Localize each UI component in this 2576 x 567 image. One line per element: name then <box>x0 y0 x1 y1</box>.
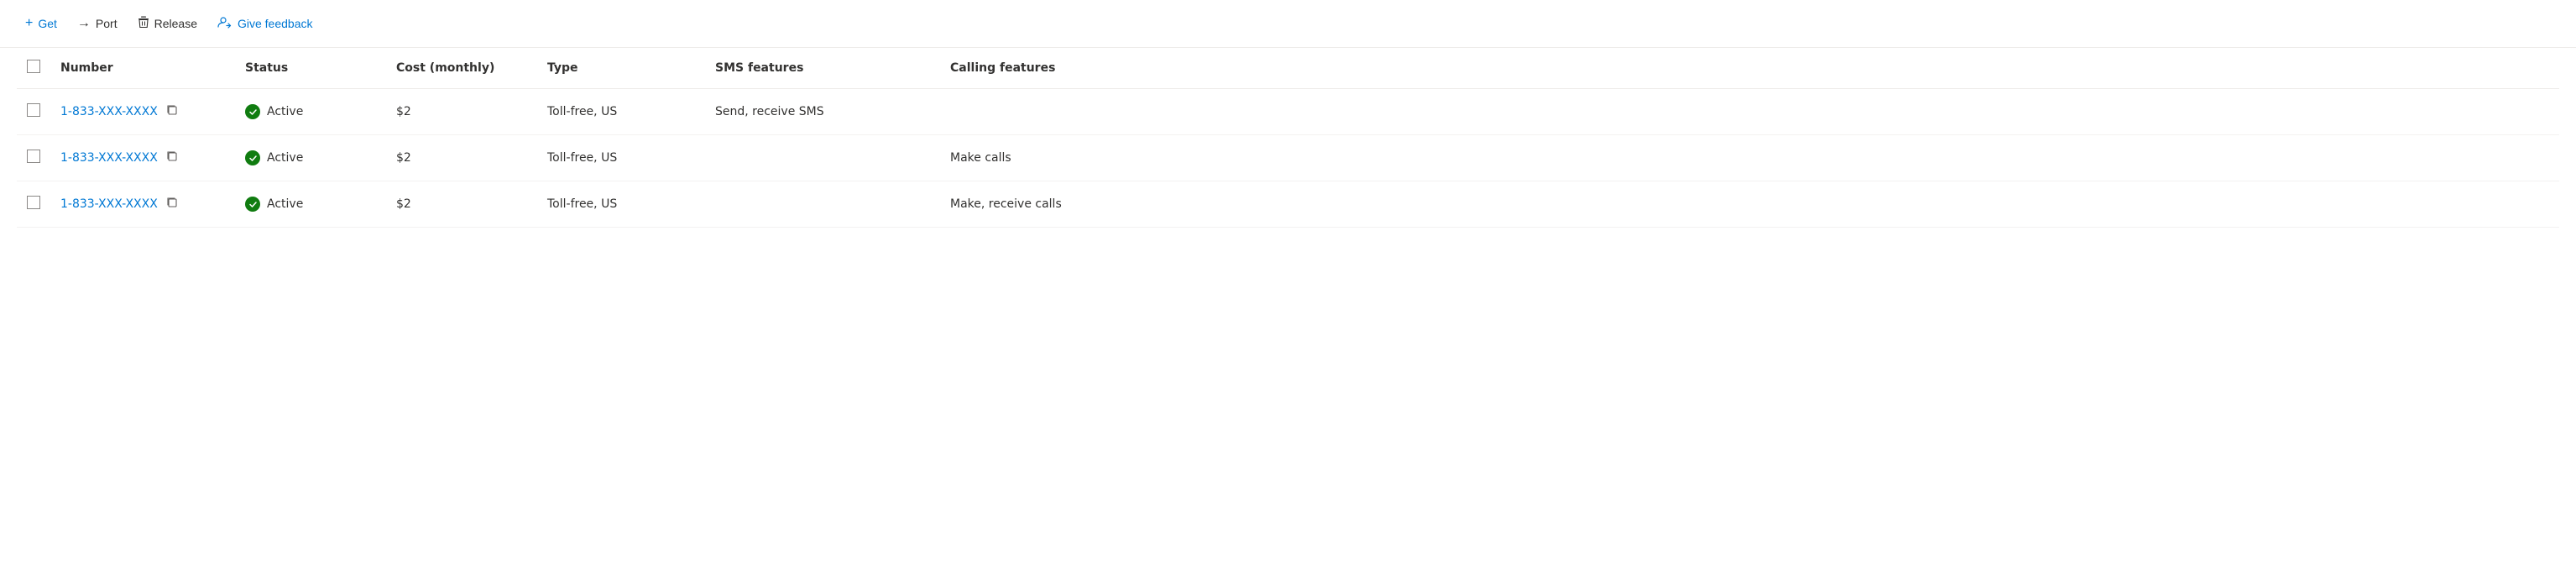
toolbar: + Get → Port Release Give feed <box>0 0 2576 48</box>
row-2-checkbox[interactable] <box>27 196 40 209</box>
row-0-status-text: Active <box>267 105 303 118</box>
header-status: Status <box>235 48 386 89</box>
row-checkbox-cell <box>17 135 50 181</box>
header-number: Number <box>50 48 235 89</box>
row-2-copy-icon[interactable] <box>165 195 180 213</box>
row-sms-cell <box>705 135 940 181</box>
row-1-checkbox[interactable] <box>27 150 40 163</box>
row-number-cell: 1-833-XXX-XXXX <box>50 181 235 228</box>
row-0-status-icon <box>245 104 260 119</box>
row-0-checkbox[interactable] <box>27 103 40 117</box>
header-type: Type <box>537 48 705 89</box>
row-0-copy-icon[interactable] <box>165 102 180 121</box>
row-sms-cell <box>705 181 940 228</box>
row-cost-cell: $2 <box>386 135 537 181</box>
feedback-icon <box>217 15 233 32</box>
row-status-cell: Active <box>235 135 386 181</box>
row-cost-cell: $2 <box>386 89 537 135</box>
header-checkbox-cell <box>17 48 50 89</box>
phone-numbers-table: Number Status Cost (monthly) Type SMS fe… <box>17 48 2559 228</box>
table-header-row: Number Status Cost (monthly) Type SMS fe… <box>17 48 2559 89</box>
header-cost: Cost (monthly) <box>386 48 537 89</box>
table-container: Number Status Cost (monthly) Type SMS fe… <box>0 48 2576 228</box>
release-button[interactable]: Release <box>129 10 206 37</box>
row-status-cell: Active <box>235 181 386 228</box>
header-sms: SMS features <box>705 48 940 89</box>
table-row: 1-833-XXX-XXXX Active $2Toll-free, US Make… <box>17 135 2559 181</box>
row-2-number-link[interactable]: 1-833-XXX-XXXX <box>60 197 158 211</box>
table-row: 1-833-XXX-XXXX Active $2Toll-free, USSend… <box>17 89 2559 135</box>
row-calling-cell: Make, receive calls <box>940 181 2559 228</box>
row-sms-cell: Send, receive SMS <box>705 89 940 135</box>
give-feedback-button[interactable]: Give feedback <box>209 10 321 37</box>
row-1-status-text: Active <box>267 151 303 165</box>
port-label: Port <box>96 17 118 30</box>
row-number-cell: 1-833-XXX-XXXX <box>50 89 235 135</box>
row-type-cell: Toll-free, US <box>537 181 705 228</box>
row-cost-cell: $2 <box>386 181 537 228</box>
row-type-cell: Toll-free, US <box>537 135 705 181</box>
row-1-copy-icon[interactable] <box>165 149 180 167</box>
row-type-cell: Toll-free, US <box>537 89 705 135</box>
row-calling-cell: Make calls <box>940 135 2559 181</box>
header-checkbox[interactable] <box>27 60 40 73</box>
row-number-cell: 1-833-XXX-XXXX <box>50 135 235 181</box>
table-row: 1-833-XXX-XXXX Active $2Toll-free, US Make… <box>17 181 2559 228</box>
row-status-cell: Active <box>235 89 386 135</box>
header-calling: Calling features <box>940 48 2559 89</box>
row-1-number-link[interactable]: 1-833-XXX-XXXX <box>60 151 158 165</box>
row-2-status-text: Active <box>267 197 303 211</box>
port-button[interactable]: → Port <box>69 12 126 35</box>
row-0-number-link[interactable]: 1-833-XXX-XXXX <box>60 105 158 118</box>
row-calling-cell <box>940 89 2559 135</box>
row-checkbox-cell <box>17 181 50 228</box>
port-icon: → <box>77 17 91 30</box>
get-label: Get <box>38 17 57 30</box>
row-checkbox-cell <box>17 89 50 135</box>
row-2-status-icon <box>245 197 260 212</box>
get-button[interactable]: + Get <box>17 12 65 35</box>
release-icon <box>138 15 149 32</box>
get-icon: + <box>25 17 33 30</box>
feedback-label: Give feedback <box>238 17 313 30</box>
row-1-status-icon <box>245 150 260 165</box>
release-label: Release <box>154 17 197 30</box>
